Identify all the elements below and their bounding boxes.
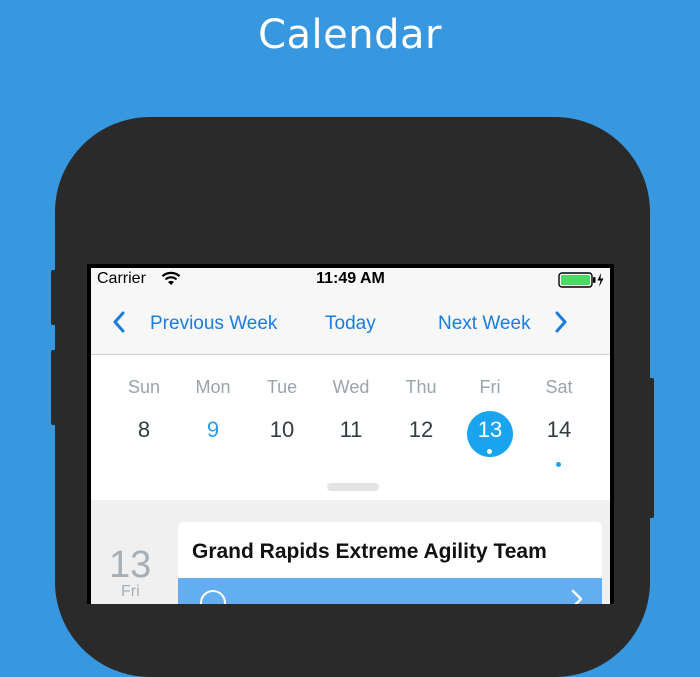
phone-screen: Carrier 11:49 AM Previous Week Today Nex… — [87, 264, 614, 604]
day-number: 12 — [408, 417, 434, 442]
day-number: 10 — [269, 417, 295, 442]
next-week-button[interactable]: Next Week — [438, 313, 531, 335]
status-time: 11:49 AM — [316, 270, 385, 287]
event-title: Grand Rapids Extreme Agility Team — [192, 540, 547, 563]
app-screen: Carrier 11:49 AM Previous Week Today Nex… — [91, 268, 610, 604]
day-name: Sat — [545, 377, 573, 397]
event-indicator-dot — [556, 462, 561, 467]
day-number: 13 — [477, 417, 503, 442]
event-card[interactable]: Grand Rapids Extreme Agility Team — [178, 522, 602, 604]
event-indicator-dot — [487, 449, 492, 454]
chevron-right-icon — [570, 588, 584, 604]
day-name: Mon — [195, 377, 231, 397]
chevron-right-icon[interactable] — [553, 310, 569, 340]
week-strip: Sun 8 Mon 9 Tue 10 Wed 11 Thu 12 Fri 13 … — [91, 355, 610, 500]
event-date-number: 13 — [109, 544, 152, 586]
drag-handle[interactable] — [327, 483, 379, 491]
event-detail-bar[interactable] — [178, 578, 602, 604]
today-button[interactable]: Today — [325, 313, 376, 335]
day-number: 11 — [339, 417, 363, 442]
chevron-left-icon[interactable] — [111, 310, 127, 340]
page-title: Calendar — [258, 12, 442, 58]
day-name: Fri — [479, 377, 501, 397]
event-date-day: Fri — [121, 583, 140, 600]
day-name: Tue — [266, 377, 298, 397]
status-bar: Carrier 11:49 AM — [91, 268, 610, 292]
day-name: Sun — [127, 377, 161, 397]
day-number: 14 — [546, 417, 572, 442]
week-navigation: Previous Week Today Next Week — [91, 302, 610, 346]
day-number: 8 — [137, 417, 151, 442]
event-list: 13 Fri Grand Rapids Extreme Agility Team — [91, 500, 610, 604]
previous-week-button[interactable]: Previous Week — [150, 313, 277, 335]
battery-icon — [558, 272, 606, 293]
day-number: 9 — [206, 417, 220, 442]
day-name: Thu — [405, 377, 437, 397]
day-name: Wed — [332, 377, 370, 397]
clock-icon — [200, 590, 226, 604]
